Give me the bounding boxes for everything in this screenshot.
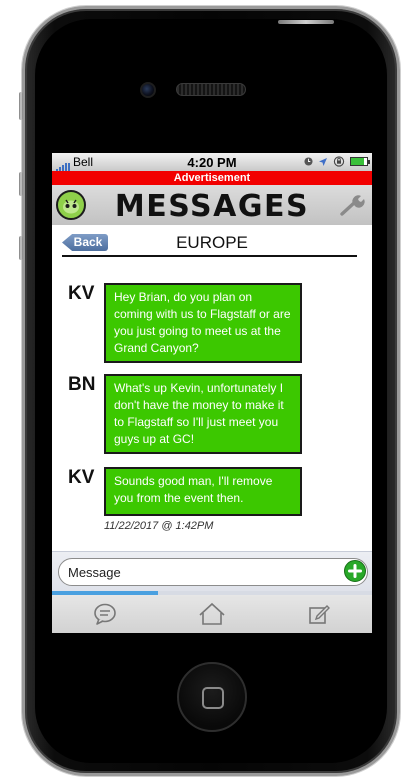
app-header: MESSAGES — [52, 185, 372, 225]
page-title: MESSAGES — [114, 189, 310, 224]
tab-home[interactable] — [159, 595, 266, 633]
sender-initials: KV — [68, 283, 95, 304]
tab-compose[interactable] — [265, 595, 372, 633]
mute-switch — [19, 92, 23, 120]
divider — [62, 255, 357, 257]
message-composer — [52, 551, 372, 591]
wrench-icon[interactable] — [340, 194, 366, 216]
conversation-title: EUROPE — [176, 233, 248, 252]
tab-bar — [52, 595, 372, 633]
message-bubble[interactable]: What's up Kevin, unfortunately I don't h… — [104, 374, 302, 454]
tab-messages[interactable] — [52, 595, 159, 633]
message-bubble[interactable]: Hey Brian, do you plan on coming with us… — [104, 283, 302, 363]
home-button[interactable] — [177, 662, 247, 732]
sub-navigation: Back EUROPE — [52, 227, 372, 257]
volume-up-button — [19, 172, 23, 196]
home-square-icon — [202, 687, 224, 709]
app-screen: Bell 4:20 PM Advertisement MESSAGES Back… — [52, 153, 372, 633]
sender-initials: BN — [68, 374, 96, 395]
home-icon — [199, 602, 225, 625]
compose-icon — [308, 605, 330, 624]
status-bar: Bell 4:20 PM — [52, 153, 372, 172]
plus-circle-icon[interactable] — [344, 560, 366, 582]
message-input[interactable] — [58, 558, 368, 586]
location-arrow-icon — [319, 157, 327, 166]
volume-down-button — [19, 236, 23, 260]
earpiece-speaker — [176, 83, 246, 96]
battery-icon — [350, 157, 370, 166]
message-timestamp: 11/22/2017 @ 1:42PM — [104, 520, 214, 532]
lock-rotation-icon — [333, 156, 345, 167]
status-icons — [304, 156, 370, 167]
clock-icon — [304, 157, 313, 166]
power-button — [278, 20, 334, 24]
message-bubble[interactable]: Sounds good man, I'll remove you from th… — [104, 467, 302, 516]
front-camera — [140, 82, 156, 98]
chat-bubble-icon — [94, 603, 117, 625]
sender-initials: KV — [68, 467, 95, 488]
advertisement-banner[interactable]: Advertisement — [52, 171, 372, 185]
